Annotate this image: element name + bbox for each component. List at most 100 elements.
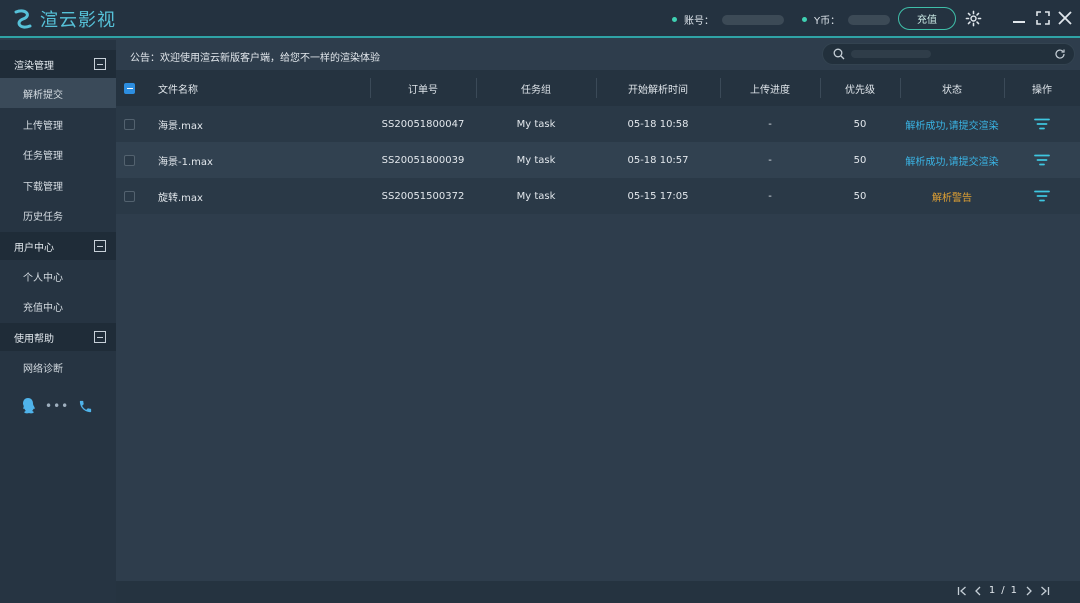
minimize-icon[interactable] xyxy=(1010,9,1028,27)
pagination: 1 / 1 xyxy=(957,585,1050,596)
maximize-icon[interactable] xyxy=(1034,9,1052,27)
sidebar-group-user[interactable]: 用户中心 xyxy=(0,232,116,260)
table-row[interactable]: 海景.max SS20051800047 My task 05-18 10:58… xyxy=(116,106,1080,142)
status-text: 解析成功,请提交渲染 xyxy=(905,120,999,132)
sidebar-group-render[interactable]: 渲染管理 xyxy=(0,50,116,78)
row-checkbox[interactable] xyxy=(124,118,135,130)
select-all-checkbox[interactable] xyxy=(124,82,135,94)
col-actions: 操作 xyxy=(1032,84,1052,96)
col-upload-progress[interactable]: 上传进度 xyxy=(720,70,820,106)
app-title: 渲云影视 xyxy=(40,10,116,31)
account-info: 账号： xyxy=(672,12,784,27)
search-icon xyxy=(833,48,845,60)
sidebar-item-label: 下载管理 xyxy=(23,181,63,193)
ycoin-dot xyxy=(802,17,807,22)
ycoin-value-redacted xyxy=(848,14,891,25)
sidebar-item-parse-submit[interactable]: 解析提交 xyxy=(0,78,116,108)
app-logo: 渲云影视 xyxy=(12,6,116,32)
prev-page-icon[interactable] xyxy=(973,586,983,596)
current-page: 1 xyxy=(988,585,996,596)
sidebar-item-label: 任务管理 xyxy=(23,150,63,162)
start-time: 05-18 10:58 xyxy=(627,118,689,130)
sidebar-item-network[interactable]: 网络诊断 xyxy=(0,352,116,382)
collapse-icon[interactable] xyxy=(94,240,106,252)
priority: 50 xyxy=(853,190,867,202)
upload-progress: - xyxy=(768,118,772,130)
task-group: My task xyxy=(516,190,556,202)
first-page-icon[interactable] xyxy=(957,586,967,596)
sidebar-item-history[interactable]: 历史任务 xyxy=(0,200,116,230)
contact-icons: ••• xyxy=(20,397,93,415)
order-id: SS20051500372 xyxy=(381,190,465,202)
sidebar-item-label: 解析提交 xyxy=(23,89,63,101)
settings-gear-icon[interactable] xyxy=(964,9,982,27)
sidebar-group-label: 用户中心 xyxy=(14,242,54,254)
sidebar-item-tasks[interactable]: 任务管理 xyxy=(0,139,116,169)
ycoin-label: Y币： xyxy=(814,16,841,27)
file-name: 海景.max xyxy=(158,120,203,132)
col-priority[interactable]: 优先级 xyxy=(820,70,900,106)
task-table: 文件名称 订单号 任务组 开始解析时间 上传进度 优先级 状态 操作 海景.ma… xyxy=(116,70,1080,214)
table-row[interactable]: 旋转.max SS20051500372 My task 05-15 17:05… xyxy=(116,178,1080,214)
refresh-icon[interactable] xyxy=(1054,48,1066,60)
row-select-cell xyxy=(124,142,138,178)
page-separator: / xyxy=(1001,585,1005,596)
col-start-time[interactable]: 开始解析时间 xyxy=(596,70,720,106)
row-select-cell xyxy=(124,106,138,142)
sidebar-item-profile[interactable]: 个人中心 xyxy=(0,261,116,291)
sidebar-item-label: 历史任务 xyxy=(23,211,63,223)
ycoin-info: Y币： xyxy=(802,12,891,27)
priority: 50 xyxy=(853,118,867,130)
table-footer: 1 / 1 xyxy=(116,581,1080,603)
collapse-icon[interactable] xyxy=(94,331,106,343)
sidebar-item-upload[interactable]: 上传管理 xyxy=(0,109,116,139)
status-text: 解析成功,请提交渲染 xyxy=(905,156,999,168)
sidebar-item-label: 上传管理 xyxy=(23,120,63,132)
collapse-icon[interactable] xyxy=(94,58,106,70)
action-cell xyxy=(1004,142,1080,178)
sidebar: 渲染管理 解析提交 上传管理 任务管理 下载管理 历史任务 用户中心 个人中心 … xyxy=(0,40,116,603)
total-pages: 1 xyxy=(1010,585,1017,596)
search-input[interactable] xyxy=(822,43,1075,65)
filter-action-icon[interactable] xyxy=(1034,154,1050,166)
filter-action-icon[interactable] xyxy=(1034,190,1050,202)
recharge-button[interactable]: 充值 xyxy=(898,7,956,30)
sidebar-group-help[interactable]: 使用帮助 xyxy=(0,323,116,351)
order-id: SS20051800039 xyxy=(381,154,465,166)
logo-icon xyxy=(14,9,32,29)
upload-progress: - xyxy=(768,190,772,202)
filter-action-icon[interactable] xyxy=(1034,118,1050,130)
sidebar-item-download[interactable]: 下载管理 xyxy=(0,170,116,200)
task-group: My task xyxy=(516,118,556,130)
qq-icon[interactable] xyxy=(20,397,36,415)
table-header: 文件名称 订单号 任务组 开始解析时间 上传进度 优先级 状态 操作 xyxy=(116,70,1080,106)
col-file-name[interactable]: 文件名称 xyxy=(158,70,358,106)
account-dot xyxy=(672,17,677,22)
action-cell xyxy=(1004,106,1080,142)
table-row[interactable]: 海景-1.max SS20051800039 My task 05-18 10:… xyxy=(116,142,1080,178)
row-checkbox[interactable] xyxy=(124,154,135,166)
status-text: 解析警告 xyxy=(932,192,972,204)
action-cell xyxy=(1004,178,1080,214)
next-page-icon[interactable] xyxy=(1024,586,1034,596)
more-icon[interactable]: ••• xyxy=(45,399,69,413)
start-time: 05-18 10:57 xyxy=(627,154,689,166)
file-name: 海景-1.max xyxy=(158,156,213,168)
close-icon[interactable] xyxy=(1056,9,1074,27)
col-order-id[interactable]: 订单号 xyxy=(370,70,476,106)
select-all-cell xyxy=(124,70,138,106)
search-placeholder-redacted xyxy=(851,50,931,58)
last-page-icon[interactable] xyxy=(1040,586,1050,596)
sidebar-item-recharge[interactable]: 充值中心 xyxy=(0,291,116,321)
account-value-redacted xyxy=(722,14,784,25)
file-name: 旋转.max xyxy=(158,192,203,204)
col-status[interactable]: 状态 xyxy=(900,70,1004,106)
phone-icon[interactable] xyxy=(78,399,93,414)
announcement-text: 公告：欢迎使用渲云新版客户端，给您不一样的渲染体验 xyxy=(130,53,380,64)
sidebar-item-label: 充值中心 xyxy=(23,302,63,314)
title-bar: 渲云影视 账号： Y币： 充值 xyxy=(0,0,1080,38)
row-checkbox[interactable] xyxy=(124,190,135,202)
upload-progress: - xyxy=(768,154,772,166)
col-task-group[interactable]: 任务组 xyxy=(476,70,596,106)
sidebar-item-label: 个人中心 xyxy=(23,272,63,284)
